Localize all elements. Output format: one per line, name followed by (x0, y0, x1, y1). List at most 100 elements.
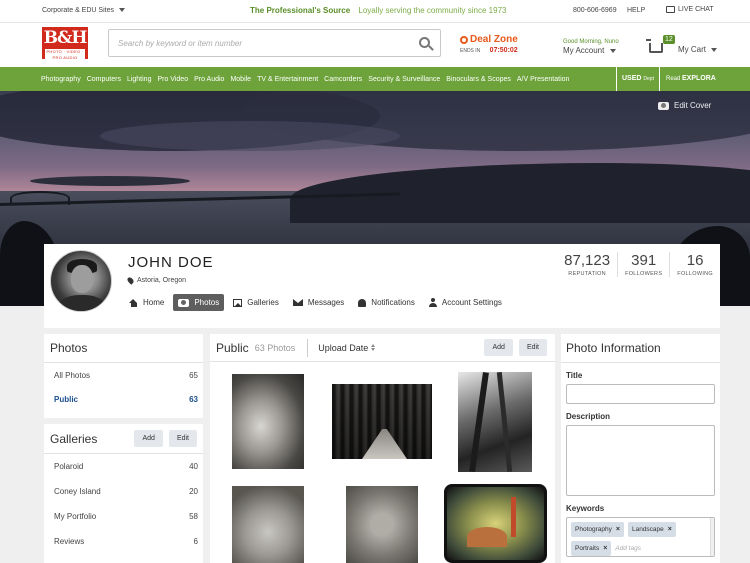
edit-cover-button[interactable]: Edit Cover (658, 101, 711, 110)
my-cart-label: My Cart (678, 45, 706, 54)
nav-item-computers[interactable]: Computers (87, 76, 121, 83)
remove-tag-icon[interactable]: × (668, 526, 672, 533)
description-label: Description (566, 412, 611, 421)
galleries-panel-title: Galleries (50, 431, 98, 446)
nav-item-pro-video[interactable]: Pro Video (157, 76, 188, 83)
tagline-pro: The Professional's Source (250, 6, 351, 15)
photo-grid-panel: Public 63 Photos Upload Date Add Edit (210, 334, 555, 563)
profile-card: JOHN DOE Astoria, Oregon Home Photos Gal… (44, 244, 720, 328)
title-label: Title (566, 371, 583, 380)
bh-logo[interactable]: B&H PHOTO · VIDEO · PRO AUDIO (42, 27, 88, 61)
bell-icon (358, 298, 367, 307)
help-link[interactable]: HELP (627, 7, 645, 14)
remove-tag-icon[interactable]: × (616, 526, 620, 533)
grid-title: Public (216, 340, 249, 355)
my-account-menu[interactable]: Good Morning, Nuno My Account (563, 39, 619, 55)
description-field[interactable] (566, 425, 715, 496)
camera-icon (658, 101, 669, 110)
deal-zone[interactable]: Deal Zone ENDS IN 07:50:02 (460, 34, 520, 54)
tab-galleries[interactable]: Galleries (228, 294, 284, 311)
photo-thumbnail[interactable] (444, 484, 547, 563)
deal-zone-icon (460, 35, 468, 44)
user-icon (428, 298, 437, 307)
keyword-tag: Landscape × (627, 522, 676, 537)
nav-item-tv-entertainment[interactable]: TV & Entertainment (257, 76, 318, 83)
stat-reputation: 87,123 REPUTATION (564, 252, 611, 277)
nav-item-photography[interactable]: Photography (41, 76, 81, 83)
nav-item-camcorders[interactable]: Camcorders (324, 76, 362, 83)
nav-item-used-dept[interactable]: USED Dept (616, 67, 660, 91)
nav-item-binoculars[interactable]: Binoculars & Scopes (446, 76, 511, 83)
deal-zone-title: Deal Zone (470, 34, 518, 45)
deal-zone-timer: 07:50:02 (489, 47, 518, 54)
photo-info-panel: Photo Information Title Description Keyw… (561, 334, 720, 563)
stat-following[interactable]: 16 FOLLOWING (669, 252, 720, 277)
nav-item-av-presentation[interactable]: A/V Presentation (517, 76, 570, 83)
gallery-item[interactable]: Reviews 6 (44, 529, 203, 554)
tagline-loyal: Loyally serving the community since 1973 (358, 6, 507, 15)
my-cart-button[interactable]: My Cart (646, 37, 718, 54)
home-icon (129, 298, 138, 307)
title-field[interactable] (566, 384, 715, 404)
keywords-field[interactable]: Photography × Landscape × Portraits × Ad… (566, 517, 715, 557)
gallery-item[interactable]: Polaroid 40 (44, 454, 203, 479)
sort-dropdown[interactable]: Upload Date (318, 343, 376, 353)
add-gallery-button[interactable]: Add (134, 430, 163, 447)
chat-icon (666, 6, 675, 13)
live-chat-link[interactable]: LIVE CHAT (666, 6, 714, 13)
profile-stats: 87,123 REPUTATION 391 FOLLOWERS 16 FOLLO… (557, 252, 720, 277)
tab-home[interactable]: Home (124, 294, 169, 311)
keyword-tag: Portraits × (571, 541, 612, 556)
chevron-down-icon (711, 47, 718, 52)
chevron-down-icon (609, 48, 616, 53)
nav-item-lighting[interactable]: Lighting (127, 76, 152, 83)
tab-notifications[interactable]: Notifications (353, 294, 420, 311)
search-box (108, 29, 441, 57)
search-icon[interactable] (419, 37, 430, 48)
live-chat-label: LIVE CHAT (678, 6, 714, 13)
photo-thumbnail[interactable] (346, 486, 418, 563)
edit-gallery-button[interactable]: Edit (168, 430, 197, 447)
tab-messages[interactable]: Messages (288, 294, 349, 311)
list-item-all-photos[interactable]: All Photos 65 (44, 363, 203, 387)
stat-followers[interactable]: 391 FOLLOWERS (617, 252, 669, 277)
edit-cover-label: Edit Cover (674, 101, 712, 110)
list-item-public[interactable]: Public 63 (44, 387, 203, 411)
avatar[interactable] (50, 250, 112, 312)
tagline: The Professional's Source Loyally servin… (250, 6, 506, 15)
nav-item-pro-audio[interactable]: Pro Audio (194, 76, 224, 83)
gallery-item[interactable]: Coney Island 20 (44, 479, 203, 504)
photo-count: 63 Photos (254, 342, 296, 353)
location-pin-icon (126, 276, 135, 285)
nav-item-security[interactable]: Security & Surveillance (368, 76, 440, 83)
cart-count-badge: 12 (663, 35, 675, 44)
profile-location: Astoria, Oregon (126, 276, 186, 285)
photo-thumbnail[interactable] (458, 372, 532, 472)
greeting-text: Good Morning, Nuno (563, 39, 619, 45)
tab-account-settings[interactable]: Account Settings (424, 294, 507, 311)
mail-icon (292, 299, 303, 306)
remove-tag-icon[interactable]: × (603, 545, 607, 552)
search-input[interactable] (109, 30, 399, 56)
photo-thumbnail[interactable] (332, 384, 432, 459)
nav-item-mobile[interactable]: Mobile (230, 76, 251, 83)
tab-photos[interactable]: Photos (173, 294, 225, 311)
deal-zone-ends-label: ENDS IN (460, 48, 481, 54)
phone-number[interactable]: 800-606-6969 (573, 7, 617, 14)
corporate-sites-menu[interactable]: Corporate & EDU Sites (42, 7, 125, 14)
add-tags-input[interactable]: Add tags (615, 545, 641, 552)
chevron-down-icon (118, 8, 125, 13)
photo-thumbnail[interactable] (232, 486, 304, 563)
gallery-item[interactable]: My Portfolio 58 (44, 504, 203, 529)
nav-item-explora[interactable]: Read EXPLORA (666, 75, 716, 82)
keyword-tag: Photography × (571, 522, 624, 537)
photo-thumbnail[interactable] (232, 374, 304, 469)
scrollbar[interactable] (710, 518, 714, 556)
cart-icon (646, 38, 663, 53)
add-photo-button[interactable]: Add (484, 339, 513, 356)
divider (307, 338, 309, 357)
keywords-label: Keywords (566, 504, 605, 513)
utility-bar: Corporate & EDU Sites The Professional's… (0, 0, 750, 22)
edit-photo-button[interactable]: Edit (518, 339, 547, 356)
photo-info-title: Photo Information (561, 334, 720, 363)
